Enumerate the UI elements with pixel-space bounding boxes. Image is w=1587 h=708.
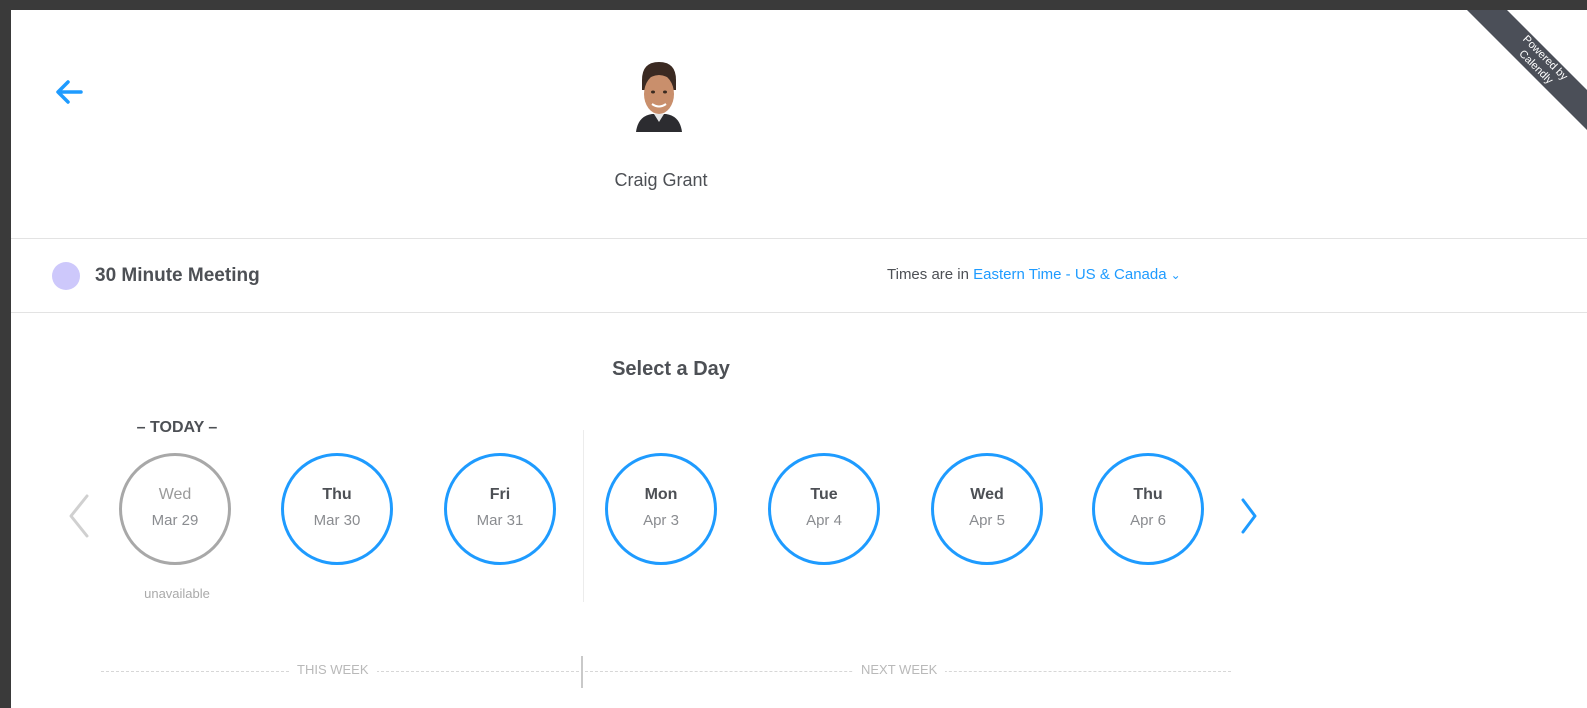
- day-date: Apr 3: [643, 512, 679, 529]
- timezone-prefix: Times are in: [887, 266, 974, 283]
- event-color-dot: [52, 262, 80, 290]
- chevron-right-icon[interactable]: [1233, 488, 1267, 544]
- host-avatar: [634, 60, 684, 132]
- timezone-row: Times are in Eastern Time - US & Canada ⌄: [887, 264, 1181, 286]
- day-of-week: Wed: [970, 486, 1004, 503]
- day-thu-mar-30[interactable]: Thu Mar 30: [281, 453, 393, 565]
- day-of-week: Mon: [644, 486, 678, 503]
- day-of-week: Tue: [810, 486, 838, 503]
- back-arrow-icon[interactable]: [51, 74, 87, 110]
- chevron-left-icon[interactable]: [61, 488, 95, 544]
- header-divider: [11, 238, 1587, 239]
- unavailable-label: unavailable: [144, 586, 210, 601]
- day-date: Apr 6: [1130, 512, 1166, 529]
- booking-page: Powered by Calendly Craig Grant 30 Minut…: [11, 10, 1587, 708]
- week-separator: [583, 430, 584, 602]
- event-name: 30 Minute Meeting: [95, 265, 260, 286]
- day-date: Apr 5: [969, 512, 1005, 529]
- today-label: – TODAY –: [136, 419, 218, 436]
- next-week-label: NEXT WEEK: [853, 662, 946, 677]
- select-day-title: Select a Day: [612, 358, 730, 380]
- week-divider-tick: [581, 656, 583, 688]
- day-thu-apr-6[interactable]: Thu Apr 6: [1092, 453, 1204, 565]
- day-of-week: Thu: [322, 486, 352, 503]
- day-of-week: Fri: [489, 486, 511, 503]
- powered-by-ribbon[interactable]: Powered by Calendly: [1427, 10, 1587, 170]
- day-of-week: Wed: [158, 486, 192, 503]
- day-date: Mar 31: [476, 512, 524, 529]
- day-tue-apr-4[interactable]: Tue Apr 4: [768, 453, 880, 565]
- day-date: Apr 4: [806, 512, 842, 529]
- day-fri-mar-31[interactable]: Fri Mar 31: [444, 453, 556, 565]
- event-divider: [11, 312, 1587, 313]
- day-date: Mar 29: [151, 512, 199, 529]
- day-wed-mar-29: Wed Mar 29: [119, 453, 231, 565]
- day-wed-apr-5[interactable]: Wed Apr 5: [931, 453, 1043, 565]
- chevron-down-icon[interactable]: ⌄: [1171, 264, 1181, 286]
- timezone-selector[interactable]: Eastern Time - US & Canada: [973, 266, 1166, 283]
- host-name: Craig Grant: [614, 170, 708, 190]
- day-mon-apr-3[interactable]: Mon Apr 3: [605, 453, 717, 565]
- day-date: Mar 30: [313, 512, 361, 529]
- day-of-week: Thu: [1133, 486, 1163, 503]
- this-week-label: THIS WEEK: [289, 662, 377, 677]
